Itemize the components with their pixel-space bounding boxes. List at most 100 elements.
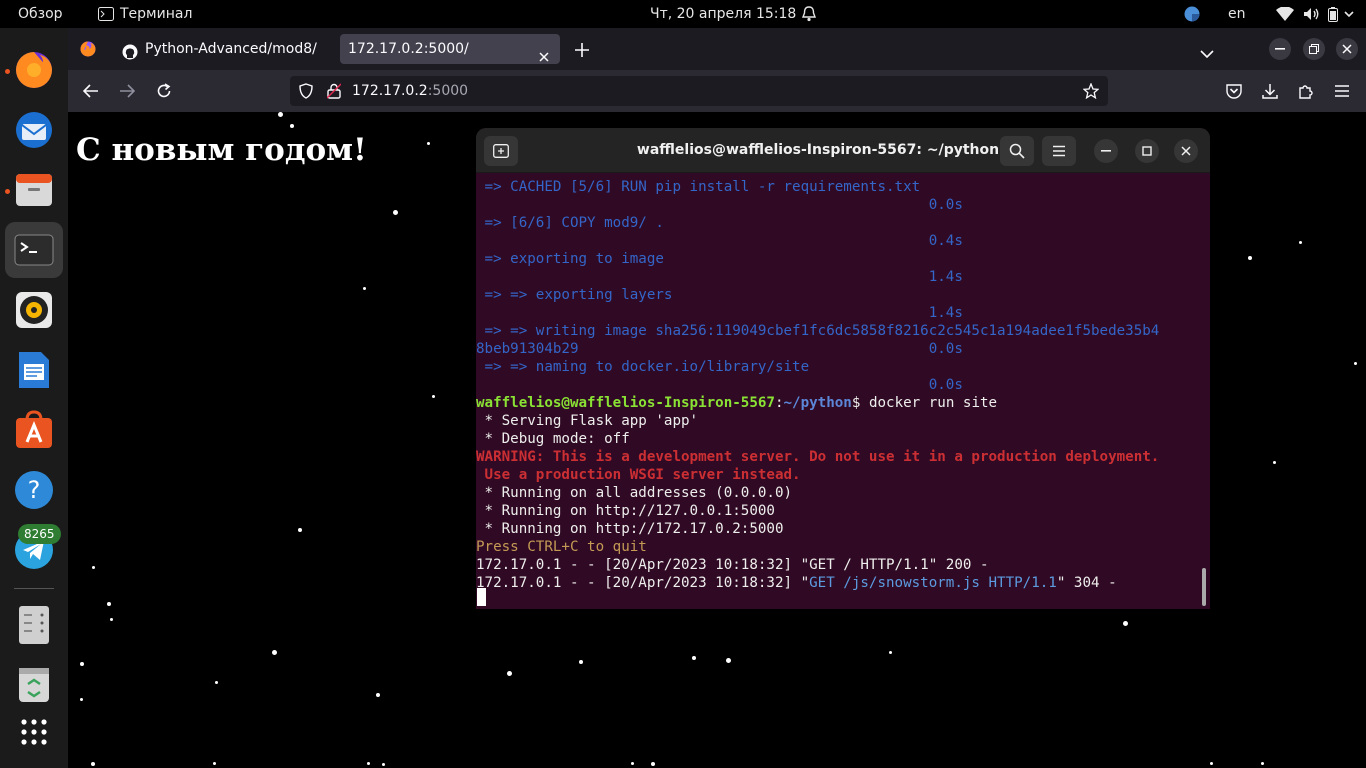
telegram-unread-badge: 8265 [18,524,61,544]
snowflake [298,528,302,532]
snowflake [367,762,370,765]
snowflake [579,660,583,664]
hamburger-menu-icon[interactable] [1329,78,1355,104]
terminal-line: 8beb91304b29 0.0s [476,341,963,357]
log-prefix: 172.17.0.1 - - [20/Apr/2023 10:18:32] " [476,575,810,591]
snowflake [432,395,435,398]
snowflake [91,762,95,766]
close-window-icon[interactable] [1336,38,1358,60]
thunderbird-icon[interactable] [12,108,56,152]
tab-github[interactable]: Python-Advanced/mod8/ [114,34,340,64]
terminal-headerbar[interactable]: wafflelios@wafflelios-Inspiron-5567: ~/p… [476,128,1210,173]
new-tab-icon[interactable] [484,136,518,166]
restore-window-icon[interactable] [1303,38,1325,60]
search-icon[interactable] [1000,136,1034,166]
snowflake [692,656,696,660]
browser-tab-bar: Python-Advanced/mod8/ 172.17.0.2:5000/ [68,28,1366,70]
terminal-prompt-line: wafflelios@wafflelios-Inspiron-5567:~/py… [476,394,997,412]
terminal-line: * Serving Flask app 'app' [476,413,699,429]
snowflake [1123,621,1128,626]
close-tab-icon[interactable] [539,43,549,64]
ubuntu-software-icon[interactable] [12,408,56,452]
terminal-line: => => exporting layers [476,287,673,303]
tracking-shield-icon[interactable] [299,83,313,103]
help-icon[interactable]: ? [12,468,56,512]
terminal-dock-icon[interactable] [5,222,63,278]
terminal-line: Press CTRL+C to quit [476,539,647,555]
bookmark-star-icon[interactable] [1082,82,1100,103]
snowflake [889,651,892,654]
active-app-label: Терминал [120,6,193,22]
github-icon [122,41,138,64]
snowflake [290,124,294,128]
terminal-title: wafflelios@wafflelios-Inspiron-5567: ~/p… [636,142,1000,158]
files-icon[interactable] [12,168,56,212]
terminal-window[interactable]: wafflelios@wafflelios-Inspiron-5567: ~/p… [476,128,1210,609]
rhythmbox-icon[interactable] [12,288,56,332]
snowflake [507,671,512,676]
terminal-warning-line: Use a production WSGI server instead. [476,467,801,483]
activities-button[interactable]: Обзор [18,0,63,28]
terminal-line: => [6/6] COPY mod9/ . [476,215,664,231]
snowflake [110,618,113,621]
new-tab-plus-icon[interactable] [575,42,589,61]
trash-icon[interactable] [12,663,56,707]
snowflake [1210,762,1213,765]
downloads-icon[interactable] [1257,78,1283,104]
tray-status-icon[interactable] [1184,6,1200,22]
pocket-icon[interactable] [1221,78,1247,104]
snowflake [1261,762,1264,765]
snowflake [631,762,634,765]
terminal-output[interactable]: => CACHED [5/6] RUN pip install -r requi… [476,174,1210,609]
wifi-icon[interactable] [1276,7,1294,21]
keyboard-layout-indicator[interactable]: en [1228,0,1246,28]
terminal-line: 0.4s [476,233,963,249]
drive-icon[interactable] [12,603,56,647]
url-bar[interactable]: 172.17.0.2:5000 [290,76,1108,106]
snowflake [213,762,216,765]
show-apps-grid-icon[interactable] [12,710,56,754]
snowflake [1299,241,1302,244]
prompt-separator: : [774,395,784,411]
terminal-line: => CACHED [5/6] RUN pip install -r requi… [476,179,921,195]
clock[interactable]: Чт, 20 апреля 15:18 [650,0,796,28]
snowflake [272,650,277,655]
minimize-icon[interactable] [1094,139,1118,163]
dock-separator [14,588,54,589]
reload-icon[interactable] [151,78,177,104]
snowflake [1354,362,1357,365]
volume-icon[interactable] [1303,7,1321,21]
battery-icon[interactable] [1328,7,1338,22]
menu-icon[interactable] [1042,136,1076,166]
system-menu-chevron-icon[interactable] [1344,9,1354,19]
tab-label: Python-Advanced/mod8/ [145,41,317,57]
terminal-line: * Running on all addresses (0.0.0.0) [476,485,793,501]
snowflake [80,662,84,666]
terminal-line: 1.4s [476,269,963,285]
terminal-line: 0.0s [476,197,963,213]
active-app-menu[interactable]: Терминал [98,0,192,28]
prompt-command: $ docker run site [851,395,998,411]
terminal-line: 0.0s [476,377,963,393]
minimize-window-icon[interactable] [1269,38,1291,60]
terminal-line: * Running on http://127.0.0.1:5000 [476,503,775,519]
log-request: GET /js/snowstorm.js HTTP/1.1 [809,575,1057,591]
url-text: 172.17.0.2:5000 [352,76,468,106]
maximize-icon[interactable] [1135,139,1159,163]
list-all-tabs-chevron-icon[interactable] [1200,44,1214,63]
tab-active-localhost[interactable]: 172.17.0.2:5000/ [340,34,560,64]
back-arrow-icon[interactable] [78,78,104,104]
firefox-icon[interactable] [12,48,56,92]
firefox-view-icon[interactable] [80,41,96,61]
terminal-line: 172.17.0.1 - - [20/Apr/2023 10:18:32] "G… [476,557,989,573]
system-top-bar: Обзор Терминал Чт, 20 апреля 15:18 en [0,0,1366,28]
insecure-lock-icon[interactable] [326,83,342,103]
libreoffice-writer-icon[interactable] [12,348,56,392]
terminal-app-icon [98,7,114,21]
snowflake [1273,461,1276,464]
forward-arrow-icon[interactable] [114,78,140,104]
close-icon[interactable] [1174,139,1198,163]
extensions-puzzle-icon[interactable] [1293,78,1319,104]
snowflake [363,287,366,290]
terminal-scrollbar[interactable] [1202,568,1206,606]
